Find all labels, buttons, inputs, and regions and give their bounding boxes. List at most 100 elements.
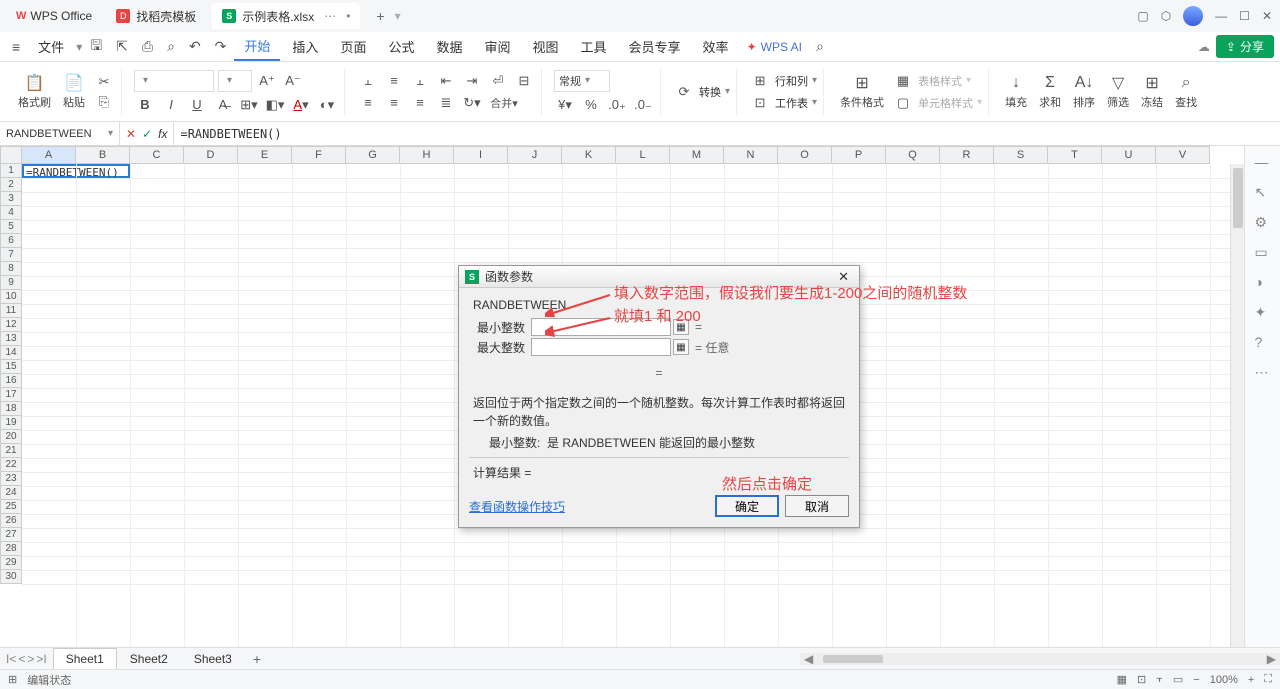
row-header-21[interactable]: 21 (0, 444, 22, 458)
sheet-nav-first-icon[interactable]: I< (6, 652, 16, 666)
highlight-icon[interactable]: ◐▾ (316, 96, 338, 114)
row-header-18[interactable]: 18 (0, 402, 22, 416)
row-header-6[interactable]: 6 (0, 234, 22, 248)
row-header-1[interactable]: 1 (0, 164, 22, 178)
row-header-26[interactable]: 26 (0, 514, 22, 528)
row-header-5[interactable]: 5 (0, 220, 22, 234)
accept-formula-icon[interactable]: ✓ (142, 127, 152, 141)
row-header-14[interactable]: 14 (0, 346, 22, 360)
decimal-inc-icon[interactable]: .0₊ (606, 96, 628, 114)
row-header-8[interactable]: 8 (0, 262, 22, 276)
fill-button[interactable]: ↓填充 (1001, 72, 1031, 112)
search-icon[interactable]: ⌕ (810, 36, 830, 57)
sum-button[interactable]: Σ求和 (1035, 72, 1065, 112)
col-header-G[interactable]: G (346, 146, 400, 164)
row-header-23[interactable]: 23 (0, 472, 22, 486)
horizontal-scrollbar[interactable]: ◀ ▶ (800, 653, 1280, 665)
col-header-I[interactable]: I (454, 146, 508, 164)
col-header-L[interactable]: L (616, 146, 670, 164)
side-settings-icon[interactable]: ⚙ (1255, 214, 1271, 230)
italic-icon[interactable]: I (160, 96, 182, 114)
find-button[interactable]: ⌕查找 (1171, 72, 1201, 112)
sheet-tab-1[interactable]: Sheet1 (53, 648, 117, 670)
col-header-S[interactable]: S (994, 146, 1048, 164)
tab-efficiency[interactable]: 效率 (693, 33, 739, 60)
tab-review[interactable]: 审阅 (474, 33, 520, 60)
tab-tools[interactable]: 工具 (571, 33, 617, 60)
hamburger-icon[interactable]: ≡ (6, 37, 26, 57)
cloud-icon[interactable]: ☁ (1198, 40, 1210, 54)
arg2-ref-button[interactable]: ▦ (673, 339, 689, 355)
view-page-icon[interactable]: ⊡ (1137, 673, 1146, 686)
tab-home[interactable]: 开始 (234, 32, 280, 61)
col-header-J[interactable]: J (508, 146, 562, 164)
dialog-ok-button[interactable]: 确定 (715, 495, 779, 517)
col-header-H[interactable]: H (400, 146, 454, 164)
col-header-F[interactable]: F (292, 146, 346, 164)
cancel-formula-icon[interactable]: ✕ (126, 127, 136, 141)
side-help-icon[interactable]: ? (1255, 334, 1271, 350)
col-header-K[interactable]: K (562, 146, 616, 164)
align-top-icon[interactable]: ⫠ (357, 72, 379, 90)
row-header-3[interactable]: 3 (0, 192, 22, 206)
merge-label[interactable]: 合并▾ (487, 94, 521, 112)
avatar[interactable] (1183, 6, 1203, 26)
fx-icon[interactable]: fx (158, 127, 167, 141)
number-format-select[interactable]: 常规▾ (554, 70, 610, 92)
convert-label[interactable]: 转换 (699, 84, 721, 100)
side-style-icon[interactable]: ◑ (1255, 274, 1271, 290)
view-normal-icon[interactable]: ▦ (1117, 673, 1127, 686)
row-header-13[interactable]: 13 (0, 332, 22, 346)
tab-page[interactable]: 页面 (330, 33, 376, 60)
align-left-icon[interactable]: ≡ (357, 94, 379, 112)
row-header-11[interactable]: 11 (0, 304, 22, 318)
bold-icon[interactable]: B (134, 96, 156, 114)
sheet-nav-prev-icon[interactable]: < (18, 652, 25, 666)
hscroll-left-icon[interactable]: ◀ (800, 652, 817, 666)
row-header-30[interactable]: 30 (0, 570, 22, 584)
row-header-25[interactable]: 25 (0, 500, 22, 514)
row-header-10[interactable]: 10 (0, 290, 22, 304)
row-header-24[interactable]: 24 (0, 486, 22, 500)
select-all-corner[interactable] (0, 146, 22, 164)
side-layers-icon[interactable]: ▭ (1255, 244, 1271, 260)
tab-insert[interactable]: 插入 (282, 33, 328, 60)
cut-icon[interactable]: ✂ (93, 73, 115, 91)
tab-data[interactable]: 数据 (426, 33, 472, 60)
merge-icon[interactable]: ⊟ (513, 72, 535, 90)
col-header-O[interactable]: O (778, 146, 832, 164)
add-sheet-button[interactable]: + (245, 651, 269, 667)
row-header-17[interactable]: 17 (0, 388, 22, 402)
close-window-button[interactable]: ✕ (1262, 9, 1272, 23)
arg1-ref-button[interactable]: ▦ (673, 319, 689, 335)
convert-icon[interactable]: ⟳ (673, 83, 695, 101)
name-box-caret-icon[interactable]: ▾ (108, 128, 113, 139)
side-cursor-icon[interactable]: ↖ (1255, 184, 1271, 200)
orientation-icon[interactable]: ↻▾ (461, 94, 483, 112)
conditional-format-button[interactable]: ⊞条件格式 (836, 72, 888, 112)
export-icon[interactable]: ⇱ (110, 36, 134, 57)
tab-spreadsheet[interactable]: S 示例表格.xlsx ⋯ • (212, 3, 360, 29)
font-family-select[interactable]: ▾ (134, 70, 214, 92)
maximize-button[interactable]: ☐ (1239, 9, 1250, 23)
col-header-C[interactable]: C (130, 146, 184, 164)
side-more-icon[interactable]: ⋯ (1255, 364, 1271, 380)
redo-icon[interactable]: ↷ (209, 36, 233, 57)
row-header-12[interactable]: 12 (0, 318, 22, 332)
row-header-27[interactable]: 27 (0, 528, 22, 542)
row-header-16[interactable]: 16 (0, 374, 22, 388)
formula-input[interactable]: =RANDBETWEEN() (174, 127, 1280, 141)
sheet-nav-next-icon[interactable]: > (27, 652, 34, 666)
filter-button[interactable]: ▽筛选 (1103, 72, 1133, 112)
col-header-M[interactable]: M (670, 146, 724, 164)
increase-font-icon[interactable]: A⁺ (256, 72, 278, 90)
row-header-20[interactable]: 20 (0, 430, 22, 444)
row-header-15[interactable]: 15 (0, 360, 22, 374)
decrease-font-icon[interactable]: A⁻ (282, 72, 304, 90)
col-header-U[interactable]: U (1102, 146, 1156, 164)
justify-icon[interactable]: ≣ (435, 94, 457, 112)
dialog-cancel-button[interactable]: 取消 (785, 495, 849, 517)
fullscreen-icon[interactable]: ⛶ (1264, 673, 1272, 686)
hscroll-right-icon[interactable]: ▶ (1263, 652, 1280, 666)
sheet-tab-2[interactable]: Sheet2 (117, 648, 181, 670)
